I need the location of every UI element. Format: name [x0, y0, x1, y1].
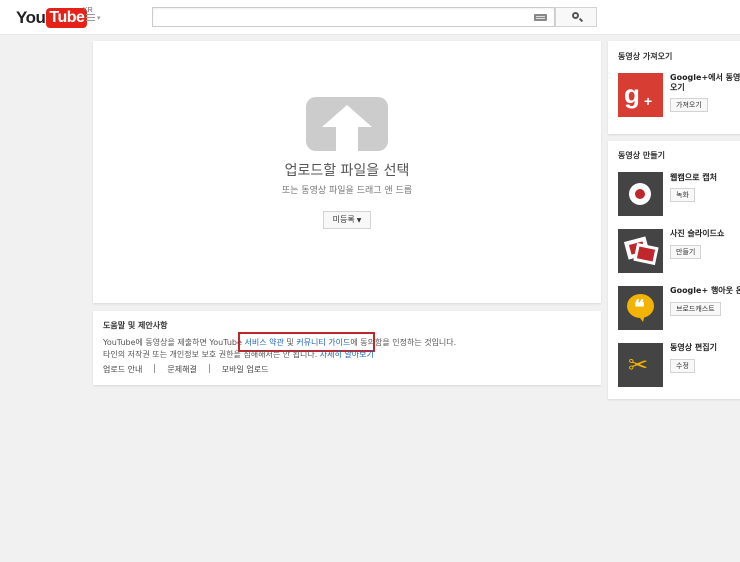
chevron-down-icon: ▾ — [97, 14, 101, 22]
logo-tube-text: Tube — [46, 8, 88, 28]
search-input[interactable] — [152, 7, 555, 27]
video-editor-title: 동영상 편집기 — [670, 343, 717, 352]
privacy-dropdown[interactable]: 미등록 ▼ — [323, 211, 371, 229]
learn-more-link[interactable]: 자세히 알아보기 — [320, 350, 374, 359]
record-button[interactable]: 녹화 — [670, 188, 695, 202]
keyboard-icon[interactable] — [534, 14, 547, 21]
broadcast-button[interactable]: 브로드캐스트 — [670, 302, 721, 316]
edit-button[interactable]: 수정 — [670, 359, 695, 373]
create-slideshow-button[interactable]: 만들기 — [670, 245, 702, 259]
import-title: 동영상 가져오기 — [618, 52, 673, 61]
help-title: 도움말 및 제안사항 — [103, 321, 168, 330]
photo-slideshow-title: 사진 슬라이드쇼 — [670, 229, 725, 238]
import-item-title-line1: Google+에서 동영상 — [670, 73, 740, 82]
menu-icon — [86, 12, 95, 23]
youtube-logo[interactable]: You Tube KR — [16, 7, 93, 28]
terms-text: YouTube에 동영상을 제출하면 YouTube — [103, 338, 245, 347]
scissors-icon: ✂ — [618, 343, 663, 387]
create-title: 동영상 만들기 — [618, 151, 665, 160]
copyright-text: 타인의 저작권 또는 개인정보 보호 권한을 침해해서는 안 됩니다. — [103, 350, 320, 359]
masthead: You Tube KR ▾ — [0, 0, 740, 35]
google-plus-icon: g + — [618, 73, 663, 117]
copyright-notice: 타인의 저작권 또는 개인정보 보호 권한을 침해해서는 안 됩니다. 자세히 … — [103, 349, 374, 360]
upload-subtitle: 또는 동영상 파일을 드래그 앤 드롭 — [281, 186, 413, 196]
webcam-capture-title: 웹캠으로 캡처 — [670, 173, 717, 182]
chevron-down-icon: ▼ — [356, 217, 362, 224]
upload-title[interactable]: 업로드할 파일을 선택 — [93, 160, 601, 180]
import-item-title: Google+에서 동영상 오기 — [670, 73, 740, 93]
guide-menu-button[interactable]: ▾ — [86, 12, 104, 24]
privacy-label: 미등록 — [332, 215, 355, 224]
import-item-title-line2: 오기 — [670, 83, 685, 92]
import-videos-panel: 동영상 가져오기 g + Google+에서 동영상 오기 가져오기 — [608, 41, 740, 134]
photos-icon — [618, 229, 663, 273]
record-icon — [618, 172, 663, 216]
upload-panel: 업로드할 파일을 선택 또는 동영상 파일을 드래그 앤 드롭 미등록 ▼ — [93, 41, 601, 303]
logo-you-text: You — [16, 8, 46, 27]
help-links: 업로드 안내 문제해결 모바일 업로드 — [103, 364, 269, 375]
hangouts-icon: ❝ — [618, 286, 663, 330]
search-icon — [572, 12, 579, 19]
upload-guide-link[interactable]: 업로드 안내 — [103, 365, 142, 374]
upload-arrow-icon[interactable] — [306, 97, 388, 151]
mobile-upload-link[interactable]: 모바일 업로드 — [222, 365, 269, 374]
create-videos-panel: 동영상 만들기 웹캠으로 캡처 녹화 사진 슬라이드쇼 만들기 ❝ Google… — [608, 141, 740, 399]
hangouts-on-air-title: Google+ 행아웃 온 — [670, 286, 740, 295]
import-button[interactable]: 가져오기 — [670, 98, 708, 112]
search-button[interactable] — [555, 7, 597, 27]
help-panel: 도움말 및 제안사항 YouTube에 동영상을 제출하면 YouTube 서비… — [93, 311, 601, 385]
troubleshoot-link[interactable]: 문제해결 — [167, 365, 196, 374]
